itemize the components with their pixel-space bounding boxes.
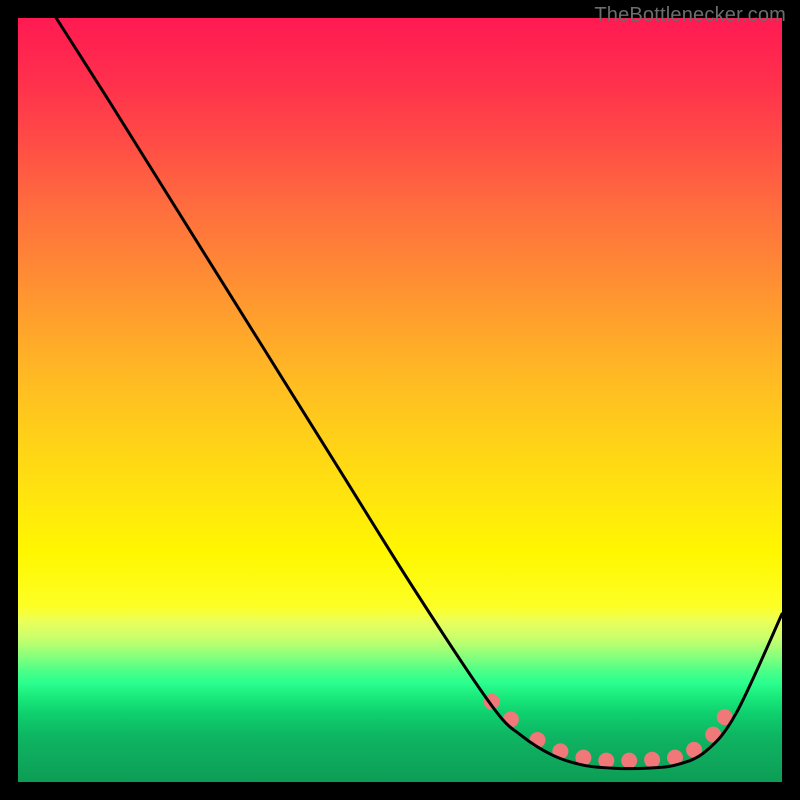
optimal-dot <box>503 711 519 727</box>
chart-svg <box>18 18 782 782</box>
optimal-dot <box>621 753 637 769</box>
optimal-dot <box>644 752 660 768</box>
bottleneck-curve <box>56 18 782 769</box>
watermark-text: TheBottlenecker.com <box>594 4 786 27</box>
plot-area <box>18 18 782 782</box>
chart-container: TheBottlenecker.com <box>0 0 800 800</box>
